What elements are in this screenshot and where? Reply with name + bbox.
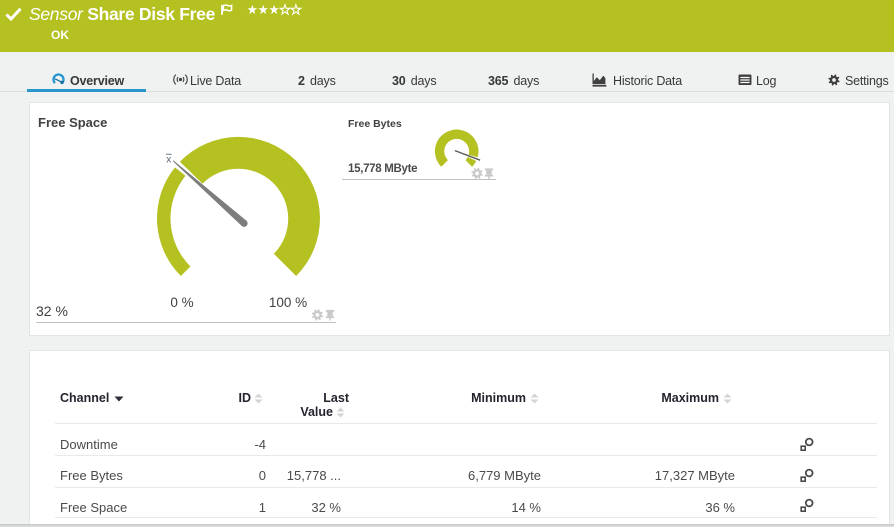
svg-text:x: x [166,154,171,165]
